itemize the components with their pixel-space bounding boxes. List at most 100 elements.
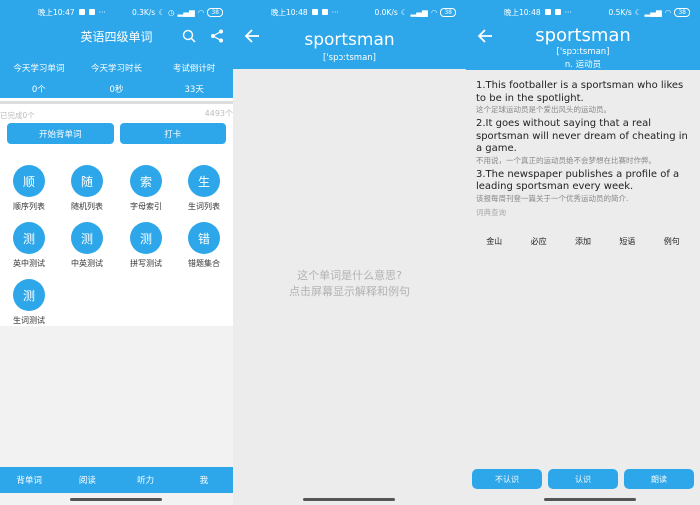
action-add[interactable]: 添加 xyxy=(575,236,591,247)
grid-label: 生词列表 xyxy=(188,202,220,211)
grid-label: 英中测试 xyxy=(13,259,45,268)
notification-icon xyxy=(78,9,85,15)
signal-icon: ▂▄▆ xyxy=(410,7,428,17)
action-phrases[interactable]: 短语 xyxy=(619,236,635,247)
moon-icon: ☾ xyxy=(400,7,408,17)
share-icon[interactable] xyxy=(209,28,225,44)
start-memorize-button[interactable]: 开始背单词 xyxy=(7,123,114,144)
stat-label: 今天学习单词 xyxy=(13,64,65,74)
action-row: 金山 必应 添加 短语 例句 xyxy=(466,236,700,247)
example-item: 1.This footballer is a sportsman who lik… xyxy=(476,80,694,115)
bottom-tab-bar: 背单词 阅读 听力 我 xyxy=(0,467,233,493)
home-indicator xyxy=(303,498,395,501)
grid-label: 生词测试 xyxy=(13,316,45,325)
stat-value: 33天 xyxy=(184,85,204,95)
grid-icon: 测 xyxy=(71,222,103,254)
part-of-speech: n. 运动员 xyxy=(564,60,602,70)
example-en: 3.The newspaper publishes a profile of a… xyxy=(476,168,680,193)
example-item: 3.The newspaper publishes a profile of a… xyxy=(476,169,694,204)
tab-reading[interactable]: 阅读 xyxy=(58,467,116,493)
grid-item-en-cn-test[interactable]: 测 英中测试 xyxy=(0,222,58,269)
example-item: 2.It goes without saying that a real spo… xyxy=(476,118,694,166)
word-header: sportsman ['spɔːtsman] n. 运动员 xyxy=(466,24,700,70)
status-time: 晚上10:48 xyxy=(504,7,541,17)
notification-icon xyxy=(311,9,318,15)
home-indicator xyxy=(544,498,636,501)
stat-countdown: 考试倒计时 33天 xyxy=(155,48,233,98)
grid-label: 拼写测试 xyxy=(130,259,162,268)
app-title: 英语四级单词 xyxy=(80,29,153,44)
grid-label: 顺序列表 xyxy=(13,202,45,211)
home-indicator xyxy=(70,498,162,501)
example-cn: 不用说，一个真正的运动员绝不会梦想在比赛时作弊。 xyxy=(476,155,656,165)
back-arrow-icon[interactable] xyxy=(243,28,261,46)
tab-listening[interactable]: 听力 xyxy=(117,467,175,493)
stat-label: 考试倒计时 xyxy=(172,64,216,74)
grid-item-mistakes[interactable]: 错 错题集合 xyxy=(175,222,233,269)
word-text: sportsman xyxy=(535,25,631,46)
home-screen: 晚上10:47 ··· 0.3K/s ☾ ◷ ▂▄▆ ◠ 38 英语四级单词 今… xyxy=(0,0,233,505)
grid-icon: 测 xyxy=(13,222,45,254)
grid-item-cn-en-test[interactable]: 测 中英测试 xyxy=(58,222,116,269)
status-bar: 晚上10:47 ··· 0.3K/s ☾ ◷ ▂▄▆ ◠ 38 xyxy=(0,0,233,24)
feature-grid: 顺 顺序列表 随 随机列表 索 字母索引 生 生词列表 测 英中测试 测 中英测… xyxy=(0,158,233,326)
phonetic-text: ['spɔːtsman] xyxy=(556,47,610,57)
hint-line: 这个单词是什么意思? xyxy=(297,269,402,282)
network-speed: 0.5K/s xyxy=(608,7,632,17)
grid-label: 中英测试 xyxy=(71,259,103,268)
status-bar: 晚上10:48 ··· 0.5K/s ☾ ▂▄▆ ◠ 38 xyxy=(466,0,700,24)
tab-me[interactable]: 我 xyxy=(175,467,233,493)
grid-icon: 顺 xyxy=(13,165,45,197)
grid-item-letter-index[interactable]: 索 字母索引 xyxy=(117,165,175,212)
action-examples[interactable]: 例句 xyxy=(664,236,680,247)
battery-icon: 38 xyxy=(674,7,690,17)
moon-icon: ☾ xyxy=(158,7,165,17)
grid-icon: 随 xyxy=(71,165,103,197)
action-bing[interactable]: 必应 xyxy=(531,236,547,247)
unknown-button[interactable]: 不认识 xyxy=(472,469,542,489)
tab-memorize[interactable]: 背单词 xyxy=(0,467,58,493)
word-quiz-screen[interactable]: 晚上10:48 ··· 0.0K/s ☾ ▂▄▆ ◠ 38 sportsman … xyxy=(233,0,466,505)
word-header: sportsman ['spɔːtsman] xyxy=(233,24,466,69)
notification-icon xyxy=(544,9,551,15)
phonetic-text: ['spɔːtsman] xyxy=(323,53,376,63)
stats-row: 今天学习单词 0个 今天学习时长 0秒 考试倒计时 33天 xyxy=(0,48,233,98)
example-cn: 该报每周刊登一篇关于一个优秀运动员的简介. xyxy=(476,193,629,203)
status-time: 晚上10:47 xyxy=(38,7,75,17)
read-aloud-button[interactable]: 朗读 xyxy=(624,469,694,489)
grid-label: 字母索引 xyxy=(130,202,162,211)
grid-item-new-words-list[interactable]: 生 生词列表 xyxy=(175,165,233,212)
signal-icon: ▂▄▆ xyxy=(177,7,195,17)
more-icon: ··· xyxy=(564,7,572,17)
reveal-hint[interactable]: 这个单词是什么意思? 点击屏幕显示解释和例句 xyxy=(233,268,466,300)
known-button[interactable]: 认识 xyxy=(548,469,618,489)
app-header: 英语四级单词 xyxy=(0,24,233,48)
search-icon[interactable] xyxy=(181,28,197,44)
example-sentences: 1.This footballer is a sportsman who lik… xyxy=(476,80,694,218)
answer-buttons: 不认识 认识 朗读 xyxy=(472,469,694,489)
grid-item-spelling-test[interactable]: 测 拼写测试 xyxy=(117,222,175,269)
example-en: 1.This footballer is a sportsman who lik… xyxy=(476,80,684,104)
stat-today-time: 今天学习时长 0秒 xyxy=(78,48,156,98)
word-text: sportsman xyxy=(304,30,395,50)
grid-icon: 测 xyxy=(130,222,162,254)
progress-done: 已完成0个 xyxy=(0,111,35,120)
home-top-area: 晚上10:47 ··· 0.3K/s ☾ ◷ ▂▄▆ ◠ 38 英语四级单词 今… xyxy=(0,0,233,98)
grid-item-new-words-test[interactable]: 测 生词测试 xyxy=(0,279,58,326)
progress-bar xyxy=(0,101,233,104)
network-speed: 0.3K/s xyxy=(131,7,156,17)
example-en: 2.It goes without saying that a real spo… xyxy=(476,118,688,154)
dictionary-lookup-link[interactable]: 词典查询 xyxy=(476,207,694,218)
word-top-area: 晚上10:48 ··· 0.0K/s ☾ ▂▄▆ ◠ 38 sportsman … xyxy=(233,0,466,69)
grid-icon: 索 xyxy=(130,165,162,197)
back-arrow-icon[interactable] xyxy=(476,28,494,46)
checkin-button[interactable]: 打卡 xyxy=(119,123,226,144)
grid-icon: 错 xyxy=(188,222,220,254)
notification-icon xyxy=(554,9,561,15)
grid-item-sequential-list[interactable]: 顺 顺序列表 xyxy=(0,165,58,212)
grid-item-random-list[interactable]: 随 随机列表 xyxy=(58,165,116,212)
battery-icon: 38 xyxy=(207,7,223,17)
more-icon: ··· xyxy=(331,7,339,17)
action-kingsoft[interactable]: 金山 xyxy=(486,236,502,247)
alarm-icon: ◷ xyxy=(167,7,175,17)
